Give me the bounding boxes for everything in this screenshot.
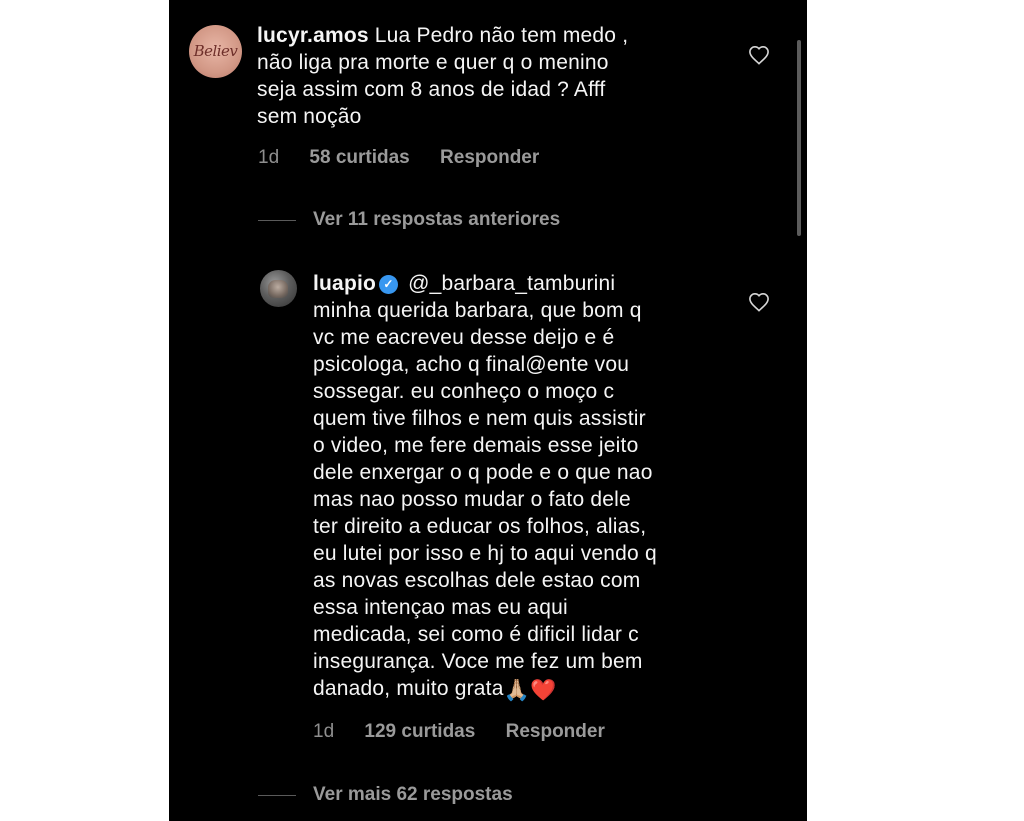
comment-time: 1d bbox=[258, 147, 280, 168]
reply-button[interactable]: Responder bbox=[440, 147, 539, 168]
avatar[interactable]: Believ bbox=[189, 25, 242, 78]
view-more-replies-label[interactable]: Ver mais 62 respostas bbox=[313, 784, 513, 805]
comments-screen: Believ lucyr.amos Lua Pedro não tem medo… bbox=[169, 0, 807, 821]
comment-text: luapio ✓ @_barbara_tamburini minha querid… bbox=[313, 270, 773, 704]
avatar-logo-text: Believ bbox=[193, 42, 238, 60]
avatar[interactable] bbox=[260, 270, 297, 307]
view-previous-replies[interactable]: Ver 11 respostas anteriores bbox=[258, 209, 560, 231]
comment-text: lucyr.amos Lua Pedro não tem medo , não … bbox=[257, 22, 707, 130]
comment-meta: 1d 58 curtidas Responder bbox=[258, 147, 564, 169]
divider-line bbox=[258, 220, 296, 221]
scrollbar[interactable] bbox=[797, 40, 801, 236]
heart-icon[interactable] bbox=[748, 292, 770, 312]
heart-icon[interactable] bbox=[748, 45, 770, 65]
comment-body: minha querida barbara, que bom q vc me e… bbox=[313, 299, 657, 700]
comment-time: 1d bbox=[313, 721, 335, 742]
verified-badge-icon: ✓ bbox=[379, 275, 399, 294]
comment-username[interactable]: luapio bbox=[313, 272, 376, 295]
comment-likes[interactable]: 129 curtidas bbox=[364, 721, 475, 742]
view-previous-replies-label[interactable]: Ver 11 respostas anteriores bbox=[313, 209, 560, 230]
comment-likes[interactable]: 58 curtidas bbox=[309, 147, 409, 168]
praying-hands-icon: 🙏🏼 bbox=[503, 679, 530, 702]
red-heart-icon: ❤️ bbox=[529, 679, 557, 702]
divider-line bbox=[258, 795, 296, 796]
reply-button[interactable]: Responder bbox=[506, 721, 605, 742]
comment-meta: 1d 129 curtidas Responder bbox=[313, 721, 630, 743]
comment-username[interactable]: lucyr.amos bbox=[257, 24, 369, 47]
mention-link[interactable]: @_barbara_tamburini bbox=[402, 272, 615, 295]
view-more-replies[interactable]: Ver mais 62 respostas bbox=[258, 784, 513, 806]
